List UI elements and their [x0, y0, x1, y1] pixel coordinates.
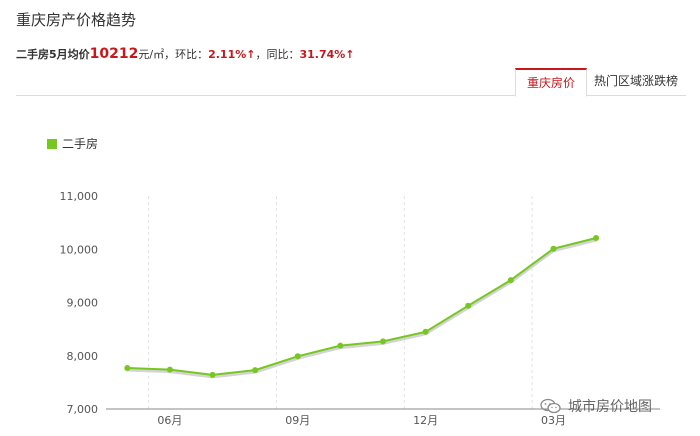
data-point	[593, 234, 600, 241]
watermark: 城市房价地图	[540, 396, 652, 416]
tab-chongqing-price[interactable]: 重庆房价	[515, 68, 587, 97]
series-line	[127, 237, 597, 376]
data-point	[209, 371, 216, 378]
data-point	[422, 328, 429, 335]
data-point	[252, 367, 259, 374]
y-tick-label: 7,000	[67, 403, 99, 416]
data-point	[124, 364, 131, 371]
wechat-icon	[540, 398, 561, 414]
x-tick-label: 06月	[157, 414, 182, 427]
data-point	[337, 342, 344, 349]
y-tick-label: 9,000	[67, 297, 99, 310]
data-point	[380, 338, 386, 345]
data-point	[166, 366, 173, 373]
data-point	[550, 245, 557, 252]
y-tick-label: 8,000	[67, 350, 99, 363]
watermark-text: 城市房价地图	[568, 399, 652, 415]
data-point	[507, 277, 514, 284]
x-tick-label: 12月	[413, 414, 438, 427]
y-tick-label: 11,000	[60, 190, 99, 203]
y-tick-label: 10,000	[60, 243, 99, 256]
series-line-shadow	[127, 238, 597, 379]
data-point	[294, 353, 301, 360]
price-trend-chart: 7,0008,0009,00010,00011,00006月 09月 12月 03月	[60, 190, 660, 427]
x-tick-label: 09月	[285, 414, 310, 427]
data-point	[465, 302, 472, 309]
